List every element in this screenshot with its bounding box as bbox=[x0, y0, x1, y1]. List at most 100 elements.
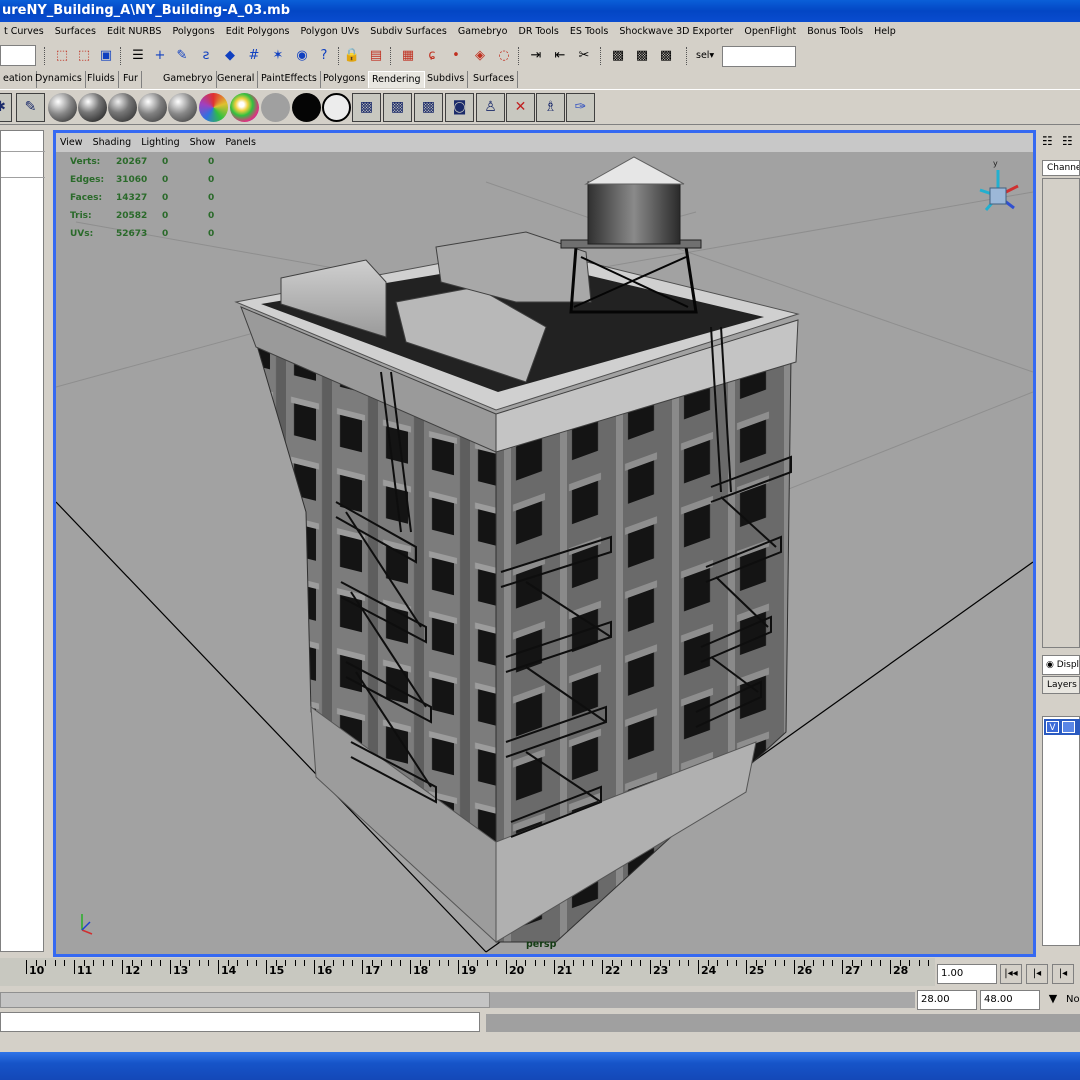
select-misc-icon[interactable]: ? bbox=[314, 46, 334, 66]
layers-menu[interactable]: Layers bbox=[1042, 676, 1080, 694]
menu-set-dropdown[interactable] bbox=[0, 45, 36, 66]
display-layer-radio[interactable]: ◉ Displ bbox=[1042, 655, 1080, 675]
view-axis-gizmo[interactable]: y bbox=[979, 159, 1019, 211]
lambert-sphere-icon[interactable] bbox=[48, 93, 77, 122]
ramp-shader-sphere-icon[interactable] bbox=[199, 93, 228, 122]
auto-key-label[interactable]: No bbox=[1066, 994, 1080, 1005]
channel-box-header[interactable]: Channel bbox=[1042, 160, 1080, 176]
snap-grid-icon[interactable]: ▦ bbox=[398, 46, 418, 66]
range-slider-track[interactable] bbox=[490, 992, 915, 1008]
select-joints-icon[interactable]: ✎ bbox=[172, 46, 192, 66]
make-live-icon[interactable]: ◌ bbox=[494, 46, 514, 66]
viewport-menu-lighting[interactable]: Lighting bbox=[137, 133, 182, 152]
layer-row[interactable]: V bbox=[1044, 719, 1080, 735]
hypershade-icon[interactable]: ✎ bbox=[16, 93, 45, 122]
mask-menu-icon[interactable]: ☰ bbox=[128, 46, 148, 66]
menu-item-edit-nurbs[interactable]: Edit NURBS bbox=[103, 22, 165, 42]
shelf-tab-painteffects[interactable]: PaintEffects bbox=[258, 71, 321, 88]
render-globals-shelf-icon[interactable]: ◙ bbox=[445, 93, 474, 122]
shelf-tab-polygons[interactable]: Polygons bbox=[320, 71, 370, 88]
delete-lights-icon[interactable]: ✕ bbox=[506, 93, 535, 122]
output-ops-icon[interactable]: ⇤ bbox=[550, 46, 570, 66]
snap-point-icon[interactable]: • bbox=[446, 46, 466, 66]
phong-sphere-icon[interactable] bbox=[108, 93, 137, 122]
shading-map-sphere-icon[interactable] bbox=[322, 93, 351, 122]
select-rendering-icon[interactable]: ◉ bbox=[292, 46, 312, 66]
layer-visibility-toggle[interactable]: V bbox=[1046, 721, 1059, 733]
ipr-render-icon[interactable]: ▩ bbox=[632, 46, 652, 66]
building-model[interactable] bbox=[234, 156, 800, 944]
select-handles-icon[interactable]: + bbox=[150, 46, 170, 66]
select-dynamics-icon[interactable]: ✶ bbox=[268, 46, 288, 66]
select-curves-icon[interactable]: ƨ bbox=[196, 46, 216, 66]
go-to-start-button[interactable]: |◂◂ bbox=[1000, 964, 1022, 984]
menu-item-es-tools[interactable]: ES Tools bbox=[566, 22, 612, 42]
anisotropic-sphere-icon[interactable] bbox=[168, 93, 197, 122]
attribute-editor-toggle-icon[interactable]: ☷ bbox=[1062, 134, 1073, 148]
select-object-icon[interactable]: ⬚ bbox=[74, 46, 94, 66]
menu-item-subdiv-surfaces[interactable]: Subdiv Surfaces bbox=[366, 22, 451, 42]
shelf-tab-subdivs[interactable]: Subdivs bbox=[424, 71, 469, 88]
paint-brush-icon[interactable]: ✑ bbox=[566, 93, 595, 122]
render-globals-icon[interactable]: ▩ bbox=[656, 46, 676, 66]
channel-box-body[interactable] bbox=[1042, 178, 1080, 648]
render-icon[interactable]: ▩ bbox=[383, 93, 412, 122]
outliner-list[interactable] bbox=[0, 130, 45, 952]
layer-display-type-toggle[interactable] bbox=[1062, 721, 1075, 733]
scene-view[interactable]: y bbox=[56, 152, 1033, 954]
menu-item-openflight[interactable]: OpenFlight bbox=[740, 22, 800, 42]
select-surfaces-icon[interactable]: ◆ bbox=[220, 46, 240, 66]
shelf-tab-rendering[interactable]: Rendering bbox=[368, 71, 425, 88]
blinn-sphere-icon[interactable] bbox=[78, 93, 107, 122]
shelf-tab-surfaces[interactable]: Surfaces bbox=[470, 71, 519, 88]
range-start-field[interactable]: 28.00 bbox=[917, 990, 977, 1010]
os-taskbar[interactable] bbox=[0, 1052, 1080, 1080]
range-slider-bar[interactable] bbox=[0, 992, 490, 1008]
menu-item-polygons[interactable]: Polygons bbox=[168, 22, 218, 42]
quick-selection-field[interactable] bbox=[722, 46, 796, 67]
menu-item-polygon-uvs[interactable]: Polygon UVs bbox=[296, 22, 363, 42]
menu-item-help[interactable]: Help bbox=[870, 22, 900, 42]
shelf-tab-fluids[interactable]: Fluids bbox=[84, 71, 119, 88]
shelf-tab-fur[interactable]: Fur bbox=[120, 71, 142, 88]
layered-shader-sphere-icon[interactable] bbox=[230, 93, 259, 122]
snap-curve-icon[interactable]: ɕ bbox=[422, 46, 442, 66]
select-deformations-icon[interactable]: # bbox=[244, 46, 264, 66]
layer-list[interactable]: V bbox=[1042, 716, 1080, 946]
range-end-field[interactable]: 48.00 bbox=[980, 990, 1040, 1010]
menu-item-edit-polygons[interactable]: Edit Polygons bbox=[222, 22, 294, 42]
ipr-icon[interactable]: ▩ bbox=[414, 93, 443, 122]
channel-box-toggle-icon[interactable]: ☷ bbox=[1042, 134, 1053, 148]
highlight-selection-icon[interactable]: ▤ bbox=[366, 46, 386, 66]
shelf-tool-icon[interactable]: ✱ bbox=[0, 93, 12, 122]
light-icon[interactable]: ♙ bbox=[476, 93, 505, 122]
time-slider[interactable]: 10 11 12 13 14 15 16 17 18 19 20 21 22 23 24 25 26 27 28 bbox=[0, 958, 935, 986]
construction-history-icon[interactable]: ✂ bbox=[574, 46, 594, 66]
viewport-menu-panels[interactable]: Panels bbox=[221, 133, 259, 152]
command-line-input[interactable] bbox=[0, 1012, 480, 1032]
quick-selection-label[interactable]: sel▾ bbox=[696, 50, 714, 61]
viewport-menu-show[interactable]: Show bbox=[186, 133, 219, 152]
menu-item-surfaces[interactable]: Surfaces bbox=[51, 22, 100, 42]
current-time-field[interactable]: 1.00 bbox=[937, 964, 997, 984]
radio-icon[interactable]: ◉ bbox=[1046, 660, 1057, 670]
phonge-sphere-icon[interactable] bbox=[138, 93, 167, 122]
shelf-tab-general[interactable]: General bbox=[214, 71, 259, 88]
lock-selection-icon[interactable]: 🔒 bbox=[342, 46, 362, 66]
render-current-frame-icon[interactable]: ▩ bbox=[608, 46, 628, 66]
use-background-sphere-icon[interactable] bbox=[261, 93, 290, 122]
select-component-icon[interactable]: ▣ bbox=[96, 46, 116, 66]
shelf-tab-gamebryo[interactable]: Gamebryo bbox=[160, 71, 217, 88]
render-view-icon[interactable]: ▩ bbox=[352, 93, 381, 122]
snap-view-plane-icon[interactable]: ◈ bbox=[470, 46, 490, 66]
viewport-menu-shading[interactable]: Shading bbox=[89, 133, 135, 152]
spotlight-icon[interactable]: ♗ bbox=[536, 93, 565, 122]
menu-item-dr-tools[interactable]: DR Tools bbox=[515, 22, 563, 42]
input-ops-icon[interactable]: ⇥ bbox=[526, 46, 546, 66]
select-hierarchy-icon[interactable]: ⬚ bbox=[52, 46, 72, 66]
step-back-key-button[interactable]: |◂ bbox=[1026, 964, 1048, 984]
shelf-tab-dynamics[interactable]: Dynamics bbox=[32, 71, 86, 88]
chevron-down-icon[interactable]: ▼ bbox=[1042, 992, 1064, 1008]
viewport-menu-view[interactable]: View bbox=[56, 133, 86, 152]
menu-item-bonus-tools[interactable]: Bonus Tools bbox=[803, 22, 867, 42]
